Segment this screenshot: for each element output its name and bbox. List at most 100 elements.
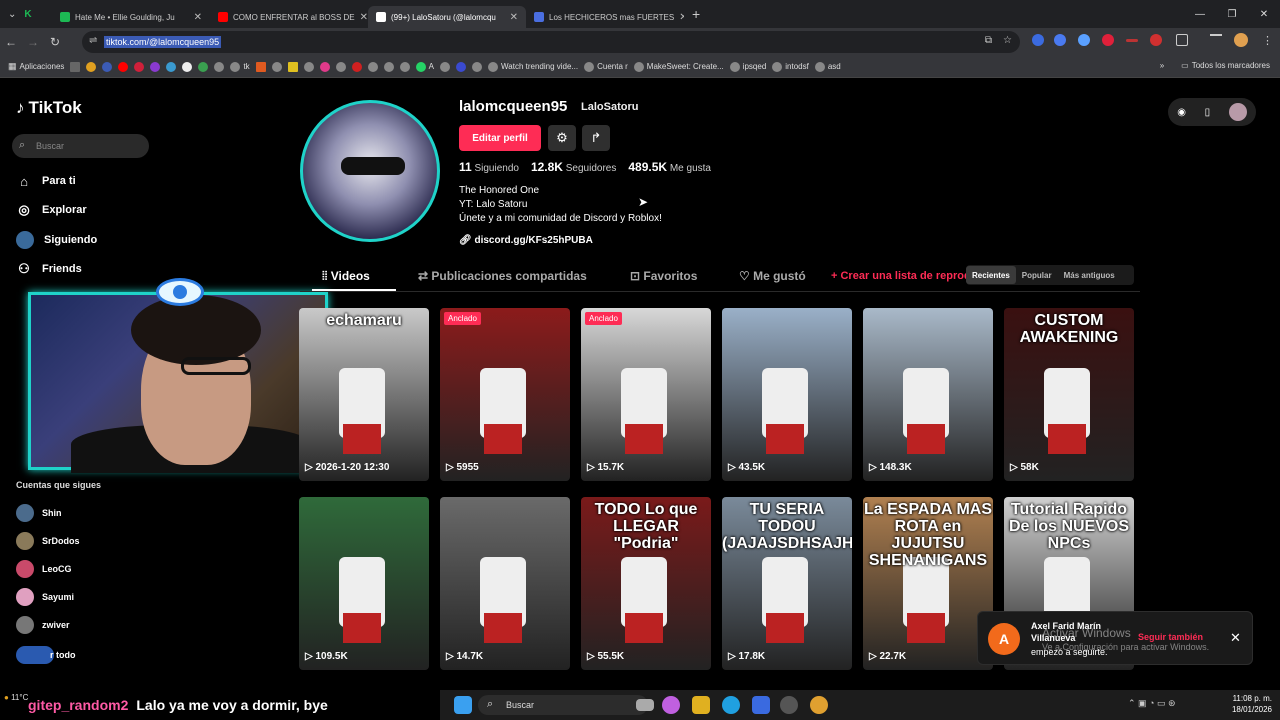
bookmark-item[interactable]: [367, 61, 378, 72]
bookmark-item[interactable]: [287, 61, 298, 72]
sidebar-item-friends[interactable]: ⚇ Friends: [16, 261, 82, 277]
extension-icon[interactable]: [1032, 34, 1044, 46]
browser-tab-2[interactable]: COMO ENFRENTAR al BOSS DE ✕: [210, 6, 368, 28]
close-window-icon[interactable]: ✕: [1248, 0, 1280, 28]
reload-icon[interactable]: ↻: [44, 35, 66, 49]
close-icon[interactable]: ✕: [1230, 630, 1241, 646]
bookmark-asd[interactable]: asd: [814, 61, 841, 72]
bookmark-item[interactable]: [255, 61, 266, 72]
bookmark-item[interactable]: [86, 61, 97, 72]
bookmark-star-icon[interactable]: ☆: [1003, 35, 1012, 46]
chevron-double-right-icon[interactable]: »: [1160, 61, 1164, 70]
bookmark-item[interactable]: [440, 61, 451, 72]
media-icon[interactable]: [1210, 34, 1222, 46]
bookmark-item[interactable]: [335, 61, 346, 72]
tab-reposts[interactable]: ⇄ Publicaciones compartidas: [418, 269, 587, 283]
extension-icon[interactable]: [1126, 39, 1138, 42]
extension-k-icon[interactable]: K: [24, 9, 31, 20]
bookmark-item[interactable]: [118, 61, 129, 72]
follow-back-button[interactable]: Seguir también: [1138, 632, 1203, 642]
user-avatar[interactable]: [1228, 103, 1247, 121]
followed-account-shin[interactable]: Shin: [16, 504, 62, 522]
bookmark-item[interactable]: [319, 61, 330, 72]
video-thumbnail[interactable]: TODO Lo que LLEGAR "Podria" ▷ 55.5K: [581, 497, 711, 670]
bookmark-a[interactable]: A: [415, 61, 434, 72]
bookmark-item[interactable]: [351, 61, 362, 72]
followed-account-sayumi[interactable]: Sayumi: [16, 588, 74, 606]
sidebar-item-explorar[interactable]: ◎ Explorar: [16, 202, 86, 218]
close-icon[interactable]: ✕: [510, 12, 518, 23]
bookmark-item[interactable]: [456, 61, 467, 72]
bookmark-item[interactable]: [198, 61, 209, 72]
new-tab-icon[interactable]: +: [684, 6, 700, 22]
close-icon[interactable]: ✕: [194, 12, 202, 23]
video-thumbnail[interactable]: ▷ 148.3K: [863, 308, 993, 481]
profile-avatar[interactable]: [300, 100, 440, 242]
see-all-button[interactable]: r todo: [16, 646, 76, 664]
bookmark-watch[interactable]: Watch trending vide...: [488, 61, 578, 72]
bookmark-makesweet[interactable]: MakeSweet: Create...: [633, 61, 724, 72]
video-thumbnail[interactable]: CUSTOM AWAKENING ▷ 58K: [1004, 308, 1134, 481]
bookmark-intodsf[interactable]: intodsf: [772, 61, 809, 72]
bookmark-item[interactable]: [102, 61, 113, 72]
tab-favorites[interactable]: ⊡ Favoritos: [630, 269, 697, 283]
extension-icon[interactable]: [1102, 34, 1114, 46]
obs-icon[interactable]: [780, 696, 798, 714]
taskbar-clock[interactable]: 11:08 p. m. 18/01/2026: [1232, 693, 1272, 715]
sort-oldest[interactable]: Más antiguos: [1058, 266, 1121, 284]
copilot-icon[interactable]: [662, 696, 680, 714]
bookmark-item[interactable]: [166, 61, 177, 72]
browser-tab-1[interactable]: Hate Me • Ellie Goulding, Ju ✕: [52, 6, 210, 28]
bookmark-item[interactable]: [182, 61, 193, 72]
tab-liked[interactable]: ♡ Me gustó: [739, 269, 806, 283]
bookmark-item[interactable]: [383, 61, 394, 72]
bookmark-cuenta[interactable]: Cuenta r: [584, 61, 628, 72]
device-icon[interactable]: ▯: [1205, 107, 1211, 118]
video-thumbnail[interactable]: ▷ 43.5K: [722, 308, 852, 481]
minimize-icon[interactable]: —: [1184, 0, 1216, 28]
bookmark-item[interactable]: [472, 61, 483, 72]
back-icon[interactable]: ←: [0, 35, 22, 49]
video-thumbnail[interactable]: ▷ 109.5K: [299, 497, 429, 670]
followers-stat[interactable]: 12.8K Seguidores: [531, 160, 616, 174]
tiktok-logo[interactable]: ♪ TikTok: [16, 98, 82, 118]
profile-link[interactable]: 🔗︎ discord.gg/KFs25hPUBA: [459, 235, 593, 246]
menu-dots-icon[interactable]: ⋮: [1262, 34, 1273, 47]
chrome-icon[interactable]: [810, 696, 828, 714]
taskbar-search[interactable]: ⌕ Buscar: [478, 695, 648, 715]
browser-tab-3[interactable]: (99+) LaloSatoru (@lalomcqu ✕: [368, 6, 526, 28]
video-thumbnail[interactable]: ▷ 14.7K: [440, 497, 570, 670]
address-bar[interactable]: ⇌ tiktok.com/@lalomcqueen95 ⧉ ☆: [82, 31, 1020, 53]
notifier-avatar[interactable]: A: [988, 623, 1020, 655]
compass-icon[interactable]: ◉: [1177, 107, 1186, 118]
video-thumbnail[interactable]: Anclado ▷ 5955: [440, 308, 570, 481]
bookmark-item[interactable]: [214, 61, 225, 72]
sidebar-item-para-ti[interactable]: ⌂ Para ti: [16, 173, 76, 189]
profile-avatar[interactable]: [1234, 33, 1248, 47]
video-thumbnail[interactable]: Anclado ▷ 15.7K: [581, 308, 711, 481]
bookmark-apps[interactable]: ▦ Aplicaciones: [8, 61, 64, 72]
video-thumbnail[interactable]: TU SERIA TODOU (JAJAJSDHSAJHD) ▷ 17.8K: [722, 497, 852, 670]
task-view-icon[interactable]: [636, 699, 654, 711]
followed-account-zwiver[interactable]: zwiver: [16, 616, 70, 634]
extension-icon[interactable]: [1150, 34, 1162, 46]
windows-start-icon[interactable]: [454, 696, 472, 714]
tab-videos[interactable]: ⦙⦙ Videos: [322, 269, 370, 284]
extension-icon[interactable]: [1078, 34, 1090, 46]
sidebar-item-siguiendo[interactable]: Siguiendo: [16, 231, 97, 249]
sort-popular[interactable]: Popular: [1016, 266, 1058, 284]
browser-tab-4[interactable]: Los HECHICEROS mas FUERTES ✕: [526, 6, 684, 28]
search-input[interactable]: ⌕ Buscar: [12, 134, 149, 158]
bookmark-item[interactable]: [271, 61, 282, 72]
bookmark-item[interactable]: [399, 61, 410, 72]
bookmark-ipsqed[interactable]: ipsqed: [729, 61, 766, 72]
store-icon[interactable]: [752, 696, 770, 714]
edge-icon[interactable]: [722, 696, 740, 714]
following-stat[interactable]: 11 Siguiendo: [459, 160, 519, 174]
sort-recent[interactable]: Recientes: [966, 266, 1016, 284]
file-explorer-icon[interactable]: [692, 696, 710, 714]
bookmark-item[interactable]: [70, 61, 81, 72]
restore-icon[interactable]: ❐: [1216, 0, 1248, 28]
site-info-icon[interactable]: ⇌: [89, 35, 97, 46]
extension-icon[interactable]: [1054, 34, 1066, 46]
